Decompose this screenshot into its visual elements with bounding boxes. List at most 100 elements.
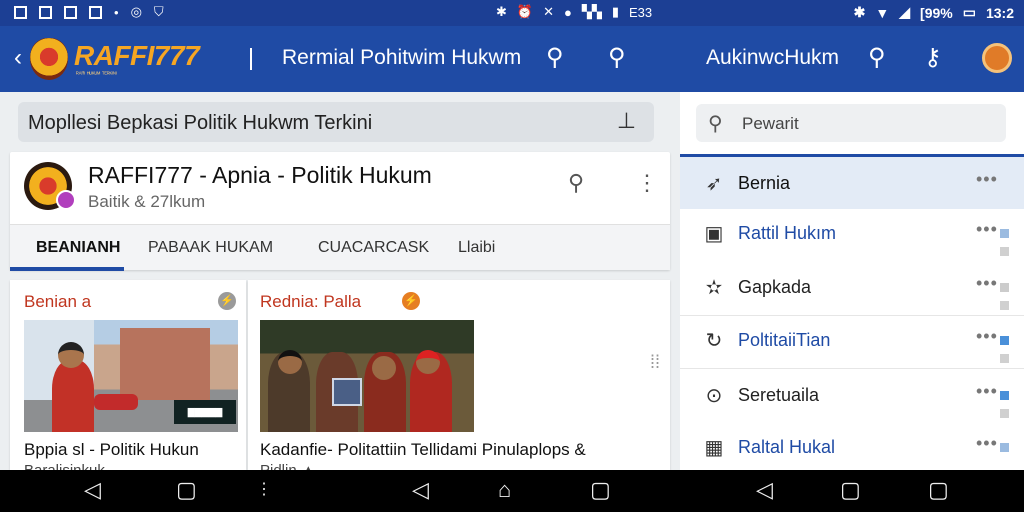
app-bar: ‹ RAFFI777 ᴿᴬᶠᶠᴵ ᴴᵁᴷᵁᴹ ᵀᴱᴿᴷᴵᴺᴵ Rermial P… <box>0 26 1024 92</box>
news-title[interactable]: Bppia sl - Politik Hukun <box>24 440 199 460</box>
news-label: Rednia: Palla <box>260 292 362 311</box>
more-horiz-icon[interactable]: ••• <box>976 169 998 190</box>
status-bar: • ◎ ⛉ ✱ ⏰ ✕ ● ▚▚ ▮ E33 ✱ ▼ ◢ [99% ▭ 13:2 <box>0 0 1024 26</box>
side-item-label: Raltal Hukal <box>738 437 836 457</box>
side-item-gapkada[interactable]: ✫ Gapkada ••• <box>680 261 1024 313</box>
back-nav-icon[interactable]: ◁ <box>412 478 429 502</box>
side-item-rattil-hukum[interactable]: ▣ Rattil Hukım ••• <box>680 207 1024 259</box>
drag-handle-icon[interactable]: ⁞⁞ <box>650 352 660 373</box>
image-icon <box>39 5 52 19</box>
menu-dots-icon[interactable]: ⋮ <box>256 478 272 502</box>
refresh-icon: ↻ <box>705 330 723 352</box>
back-arrow-icon[interactable]: ‹ <box>14 46 22 70</box>
side-item-label: Seretuaila <box>738 385 820 405</box>
news-image[interactable]: ▇▇▇▇▇ <box>24 320 238 432</box>
profile-avatar[interactable] <box>982 43 1012 73</box>
brand-logo-emblem <box>30 38 68 80</box>
home-nav-icon[interactable]: ⌂ <box>498 478 511 502</box>
alarm-icon: ⏰ <box>516 4 534 19</box>
shield-icon: ⛉ <box>153 4 164 19</box>
news-card[interactable]: Rednia: Palla ⚡ Kadanfie- Politattiin Te… <box>248 280 670 479</box>
filter-icon[interactable]: ⊥ <box>617 108 636 134</box>
search-icon[interactable]: ⚲ <box>568 170 584 196</box>
notification-icon: ● <box>564 4 572 20</box>
tab-llaibi[interactable]: Llaibi <box>458 239 495 257</box>
bluetooth-icon: ✱ <box>853 4 866 20</box>
document-icon: ▣ <box>704 223 724 245</box>
search-icon: ⚲ <box>708 113 723 135</box>
battery-icon: ▭ <box>962 4 976 20</box>
brand-tagline: ᴿᴬᶠᶠᴵ ᴴᵁᴷᵁᴹ ᵀᴱᴿᴷᴵᴺᴵ <box>76 72 117 78</box>
status-marker <box>1000 283 1009 292</box>
wifi-icon: ▼ <box>875 4 890 21</box>
more-horiz-icon[interactable]: ••• <box>976 433 998 454</box>
mail-icon <box>64 5 77 19</box>
brand-name[interactable]: RAFFI777 <box>74 40 200 72</box>
mute-icon: ✕ <box>543 4 554 19</box>
news-title[interactable]: Kadanfie- Politattiin Tellidami Pinulapl… <box>260 440 586 460</box>
sync-icon: ◎ <box>130 4 142 19</box>
side-item-label: PoltitaiiTian <box>738 330 831 350</box>
news-card[interactable]: Benian a ⚡ ▇▇▇▇▇ Bppia sl - Politik Huku… <box>10 280 246 479</box>
status-marker <box>1000 354 1009 363</box>
gallery-icon <box>14 5 27 19</box>
appbar-title: Rermial Pohitwim Hukwm <box>282 46 522 69</box>
tab-cuacarcask[interactable]: CUACARCASK <box>318 239 429 257</box>
star-icon: ✫ <box>705 277 723 299</box>
search-bar[interactable]: Mopllesi Bepkasi Politik Hukwm Terkini ⊥ <box>18 102 654 142</box>
back-nav-icon[interactable]: ◁ <box>756 478 773 502</box>
tab-beanianh[interactable]: BEANIANH <box>36 239 120 257</box>
search-icon[interactable]: ⚲ <box>608 44 626 72</box>
news-image[interactable] <box>260 320 474 432</box>
more-horiz-icon[interactable]: ••• <box>976 219 998 240</box>
bluetooth-icon: ✱ <box>496 4 507 19</box>
image-sign: ▇▇▇▇▇ <box>174 400 236 424</box>
side-search-text: Pewarit <box>742 114 799 133</box>
status-marker <box>1000 247 1009 256</box>
status-time: 13:2 <box>985 4 1014 21</box>
status-marker <box>1000 443 1009 452</box>
more-horiz-icon[interactable]: ••• <box>976 273 998 294</box>
appbar-title-right: AukinwcHukm <box>706 46 840 69</box>
side-item-poltitaiitian[interactable]: ↻ PoltitaiiTian ••• <box>680 314 1024 366</box>
search-icon[interactable]: ⚲ <box>868 44 886 72</box>
status-marker <box>1000 391 1009 400</box>
battery-icon: ▮ <box>611 4 620 19</box>
tab-bar: BEANIANH PABAAK HUKAM CUACARCASK Llaibi <box>10 224 670 271</box>
appbar-divider <box>250 48 252 70</box>
cell-signal-icon: ◢ <box>899 4 911 20</box>
status-time-mid: E33 <box>629 4 653 20</box>
news-label: Benian a <box>24 292 92 311</box>
channel-title: RAFFI777 - Apnia - Politik Hukum <box>88 162 432 188</box>
side-item-raltal-hukal[interactable]: ▦ Raltal Hukal ••• <box>680 421 1024 473</box>
more-horiz-icon[interactable]: ••• <box>976 326 998 347</box>
recents-nav-icon[interactable]: ▢ <box>590 478 611 502</box>
trending-icon: ➶ <box>705 173 723 195</box>
signal-icon: ▚▚ <box>581 4 602 19</box>
verified-badge-icon <box>56 190 76 210</box>
key-icon[interactable]: ⚷ <box>924 44 942 72</box>
dot-icon: • <box>114 4 119 20</box>
more-horiz-icon[interactable]: ••• <box>976 381 998 402</box>
side-item-label: Bernia <box>738 173 791 193</box>
recents-nav-icon[interactable]: ▢ <box>928 478 949 502</box>
status-marker <box>1000 409 1009 418</box>
more-vert-icon[interactable]: ⋮ <box>636 170 658 196</box>
active-tab-indicator <box>10 267 124 271</box>
calendar-icon: ▦ <box>704 437 724 459</box>
ballot-box <box>332 378 362 406</box>
status-icons-right: ✱ ▼ ◢ [99% ▭ 13:2 <box>854 4 1014 21</box>
side-item-bernia[interactable]: ➶ Bernia ••• <box>680 157 1024 209</box>
side-item-seretuaila[interactable]: ⊙ Seretuaila ••• <box>680 369 1024 421</box>
status-marker <box>1000 229 1009 238</box>
back-nav-icon[interactable]: ◁ <box>84 478 101 502</box>
status-icons-left: • ◎ ⛉ <box>14 4 164 20</box>
compass-icon: ⊙ <box>705 385 723 407</box>
channel-subtitle: Baitik & 27lkum <box>88 192 206 211</box>
recents-nav-icon[interactable]: ▢ <box>840 478 861 502</box>
tab-pabaak-hukam[interactable]: PABAAK HUKAM <box>148 239 273 257</box>
recents-nav-icon[interactable]: ▢ <box>176 478 197 502</box>
side-search-bar[interactable]: ⚲ Pewarit <box>696 104 1006 142</box>
search-icon[interactable]: ⚲ <box>546 44 564 72</box>
flash-icon: ⚡ <box>218 292 236 310</box>
